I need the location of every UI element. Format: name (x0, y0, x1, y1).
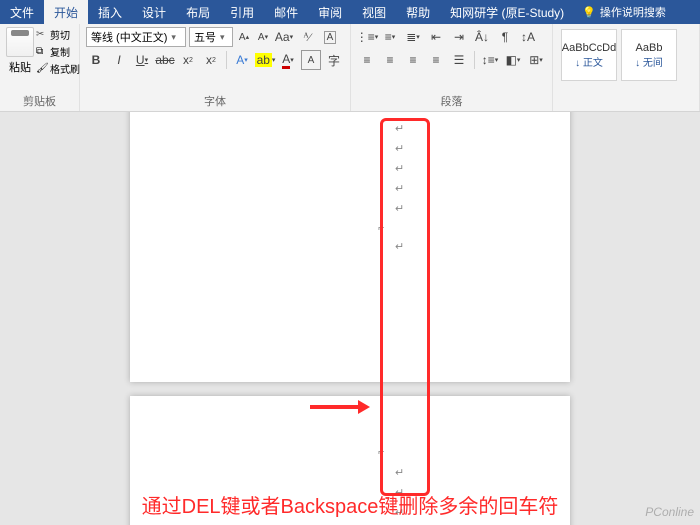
clipboard-icon (6, 27, 34, 57)
tell-me-search[interactable]: 💡 操作说明搜索 (574, 0, 674, 24)
paragraph-mark: ↵ (395, 466, 404, 479)
font-family-value: 等线 (中文正文) (91, 29, 167, 45)
style-normal[interactable]: AaBbCcDd ↓ 正文 (561, 29, 617, 81)
shrink-font-button[interactable]: A▾ (255, 28, 271, 46)
decrease-indent-button[interactable]: ⇤ (426, 27, 446, 47)
lightbulb-icon: 💡 (582, 6, 596, 19)
font-group: 等线 (中文正文) ▾ 五号 ▾ A▴ A▾ Aa▾ ᴬ⁄ A B I U▾ abc… (80, 24, 351, 111)
tab-review[interactable]: 审阅 (308, 0, 352, 24)
tab-view[interactable]: 视图 (352, 0, 396, 24)
tab-design[interactable]: 设计 (132, 0, 176, 24)
paragraph-mark: ↵ (395, 122, 404, 135)
style-preview: AaBb (636, 42, 663, 54)
paragraph-mark: ↵ (395, 202, 404, 215)
copy-button[interactable]: ⧉复制 (36, 44, 80, 59)
tab-estudy[interactable]: 知网研学 (原E-Study) (440, 0, 574, 24)
tab-insert[interactable]: 插入 (88, 0, 132, 24)
bold-button[interactable]: B (86, 50, 106, 70)
phonetic-button[interactable]: ᴬ⁄ (297, 27, 317, 47)
tab-references[interactable]: 引用 (220, 0, 264, 24)
style-preview: AaBbCcDd (562, 42, 616, 54)
tab-help[interactable]: 帮助 (396, 0, 440, 24)
clipboard-group: 粘贴 ✂剪切 ⧉复制 🖌格式刷 剪贴板 (0, 24, 80, 111)
char-border-button[interactable]: A (301, 50, 321, 70)
paragraph-mark: ↵ (395, 142, 404, 155)
copy-label: 复制 (50, 44, 70, 59)
annotation-arrow (310, 400, 370, 414)
scissors-icon: ✂ (36, 29, 48, 41)
separator (226, 51, 227, 69)
justify-button[interactable]: ≡ (426, 50, 446, 70)
increase-indent-button[interactable]: ⇥ (449, 27, 469, 47)
line-spacing-button[interactable]: ↕≡▾ (480, 50, 500, 70)
grow-font-button[interactable]: A▴ (236, 28, 252, 46)
chevron-down-icon: ▾ (171, 32, 176, 43)
change-case-button[interactable]: Aa▾ (274, 27, 294, 47)
align-right-button[interactable]: ≡ (403, 50, 423, 70)
align-center-button[interactable]: ≡ (380, 50, 400, 70)
cut-button[interactable]: ✂剪切 (36, 27, 80, 42)
format-painter-button[interactable]: 🖌格式刷 (36, 61, 80, 76)
document-area: ↵ ↵ ↵ ↵ ↵ ↵ ↵ ⌐ ↵ ⌐ ↵ ↵ ↵ ↵ ↵ ↵ (0, 112, 700, 525)
chevron-down-icon: ▾ (220, 32, 225, 43)
text-direction-button[interactable]: ↕A (518, 27, 538, 47)
tab-file[interactable]: 文件 (0, 0, 44, 24)
clear-format-button[interactable]: A (320, 27, 340, 47)
font-group-label: 字体 (86, 91, 344, 109)
style-name: ↓ 无间 (635, 54, 663, 69)
shading-button[interactable]: ◧▾ (503, 50, 523, 70)
bullets-button[interactable]: ⋮≡▾ (357, 27, 377, 47)
document-page-1[interactable]: ↵ ↵ ↵ ↵ ↵ ↵ ↵ ⌐ ↵ (130, 112, 570, 382)
brush-icon: 🖌 (36, 63, 48, 75)
text-effects-button[interactable]: A▾ (232, 50, 252, 70)
font-color-button[interactable]: A▾ (278, 50, 298, 70)
menu-tabs: 文件 开始 插入 设计 布局 引用 邮件 审阅 视图 帮助 知网研学 (原E-S… (0, 0, 700, 24)
paragraph-mark: ↵ (395, 112, 404, 115)
annotation-caption: 通过DEL键或者Backspace键删除多余的回车符 (0, 490, 700, 519)
tab-mailings[interactable]: 邮件 (264, 0, 308, 24)
highlight-button[interactable]: ab▾ (255, 50, 275, 70)
distributed-button[interactable]: ☰ (449, 50, 469, 70)
cut-label: 剪切 (50, 27, 70, 42)
subscript-button[interactable]: x2 (178, 50, 198, 70)
watermark: PConline (645, 505, 694, 519)
paragraph-mark: ⌐ (378, 222, 384, 234)
sort-button[interactable]: Â↓ (472, 27, 492, 47)
separator (474, 51, 475, 69)
style-name: ↓ 正文 (575, 54, 603, 69)
search-hint: 操作说明搜索 (600, 4, 666, 20)
paste-label: 粘贴 (9, 59, 31, 75)
paragraph-mark: ↵ (395, 240, 404, 253)
underline-button[interactable]: U▾ (132, 50, 152, 70)
font-size-value: 五号 (194, 29, 216, 45)
copy-icon: ⧉ (36, 46, 48, 58)
align-left-button[interactable]: ≡ (357, 50, 377, 70)
show-marks-button[interactable]: ¶ (495, 27, 515, 47)
clipboard-group-label: 剪贴板 (6, 91, 73, 109)
superscript-button[interactable]: x2 (201, 50, 221, 70)
ribbon: 粘贴 ✂剪切 ⧉复制 🖌格式刷 剪贴板 等线 (中文正文) ▾ 五号 ▾ A▴ A▾… (0, 24, 700, 112)
strikethrough-button[interactable]: abc (155, 50, 175, 70)
borders-button[interactable]: ⊞▾ (526, 50, 546, 70)
paragraph-mark: ↵ (395, 182, 404, 195)
paste-button[interactable]: 粘贴 (6, 27, 34, 76)
paragraph-group: ⋮≡▾ ≡▾ ≣▾ ⇤ ⇥ Â↓ ¶ ↕A ≡ ≡ ≡ ≡ ☰ ↕≡▾ ◧▾ ⊞… (351, 24, 553, 111)
paragraph-mark: ↵ (395, 162, 404, 175)
format-painter-label: 格式刷 (50, 61, 80, 76)
font-family-combo[interactable]: 等线 (中文正文) ▾ (86, 27, 186, 47)
char-shading-button[interactable]: 字 (324, 50, 344, 70)
tab-layout[interactable]: 布局 (176, 0, 220, 24)
paragraph-mark: ⌐ (378, 446, 384, 458)
tab-home[interactable]: 开始 (44, 0, 88, 24)
style-nospacing[interactable]: AaBb ↓ 无间 (621, 29, 677, 81)
font-size-combo[interactable]: 五号 ▾ (189, 27, 233, 47)
multilevel-button[interactable]: ≣▾ (403, 27, 423, 47)
paragraph-group-label: 段落 (357, 91, 546, 109)
styles-group: AaBbCcDd ↓ 正文 AaBb ↓ 无间 (553, 24, 700, 111)
numbering-button[interactable]: ≡▾ (380, 27, 400, 47)
italic-button[interactable]: I (109, 50, 129, 70)
